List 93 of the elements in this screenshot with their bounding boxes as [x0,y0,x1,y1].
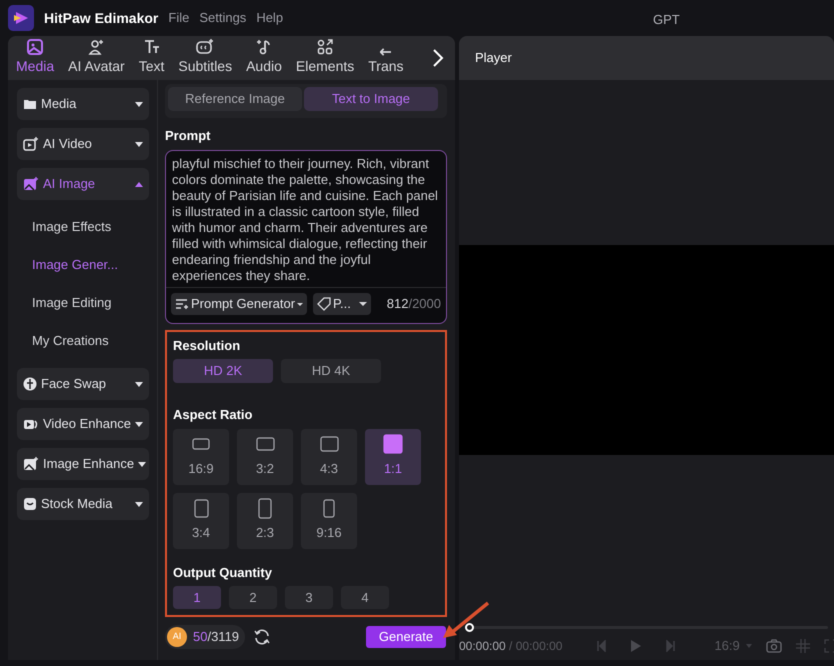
window-title: GPT [653,11,680,29]
sidebar-item[interactable]: AI Video [17,128,149,160]
rectangle-icon [320,436,338,452]
caret-icon [135,422,143,426]
mode-tab[interactable]: Text to Image [304,87,438,111]
sidebar-item[interactable]: Face Swap [17,368,149,400]
sidebar-item[interactable]: Media [17,88,149,120]
sidebar-item[interactable]: Image Enhance [17,448,149,480]
menu-item[interactable]: Help [256,8,284,28]
rectangle-icon [192,438,210,450]
aspect-option[interactable]: 2:3 [237,492,293,548]
credits-counter: AI 50/3119 [165,625,246,649]
menu-item[interactable]: File [168,8,190,28]
fullscreen-icon[interactable] [824,639,834,653]
aspect-option[interactable]: 1:1 [365,428,421,484]
music-note-icon [255,38,273,56]
video-enhance-icon [23,417,39,431]
aspect-option[interactable]: 3:2 [237,428,293,484]
caret-icon [135,382,143,386]
sidebar-item[interactable]: Video Enhance [17,408,149,440]
camera-icon[interactable] [766,639,782,653]
image-icon [26,38,44,56]
character-count: 812/2000 [386,295,441,314]
aspect-option[interactable]: 16:9 [173,428,229,484]
panel-title: Player [475,49,512,68]
aspect-option[interactable]: 4:3 [301,428,357,484]
arrow-icon [380,48,392,56]
prompt-field[interactable]: playful mischief to their journey. Rich, vibrant colors dominate the palette, showcasing the beauty of Parisian life and cuisine. Each panel is illustrated in a classic cartoon style, filled with humor and charm. Their adventures are filled with whimsical dialogue, reflecting their endearing friendship and the joyful experiences they share. Prompt Generator P... 812/2000 [165,150,447,324]
section-label: Prompt [165,127,212,145]
menu-item[interactable]: Settings [199,8,246,28]
quantity-option[interactable]: 2 [229,586,277,609]
aspect-option[interactable]: 3:4 [173,492,229,548]
caret-icon [297,302,304,306]
caret-icon [358,302,367,306]
toolbar-tab[interactable]: Text [138,38,164,80]
video-plus-icon [23,137,39,151]
stock-media-icon [23,497,37,511]
caret-icon [746,644,752,648]
tag-icon [317,297,332,311]
aspect-option[interactable]: 9:16 [301,492,357,548]
quantity-option[interactable]: 3 [285,586,333,609]
shapes-icon [316,38,334,56]
sidebar-item[interactable]: AI Image [17,168,149,200]
folder-icon [23,97,37,111]
section-label: Aspect Ratio [173,406,254,424]
sidebar-subitem[interactable]: My Creations [17,322,149,360]
caret-icon [135,502,143,506]
person-plus-icon [87,38,106,56]
toolbar-tab[interactable]: Subtitles [178,38,232,80]
style-dropdown[interactable]: P... [313,293,371,315]
ai-badge: AI [167,627,187,647]
toolbar-tab[interactable]: Trans [368,48,404,80]
sidebar-item[interactable]: Stock Media [17,488,149,520]
resolution-option[interactable]: HD 4K [281,359,381,383]
caption-icon [195,38,216,56]
quantity-option[interactable]: 1 [173,586,221,609]
square-icon [383,434,403,454]
rectangle-icon [258,498,272,519]
section-label: Output Quantity [173,564,273,582]
mode-tab[interactable]: Reference Image [168,87,302,111]
play-icon[interactable] [630,639,642,653]
quantity-option[interactable]: 4 [341,586,389,609]
rectangle-icon [323,498,335,518]
resolution-option[interactable]: HD 2K [173,359,273,383]
previous-frame-icon[interactable] [596,640,606,652]
time-display: 00:00:00 / 00:00:00 [459,638,562,655]
app-name: HitPaw Edimakor [44,8,158,28]
text-icon [142,38,161,56]
grid-icon[interactable] [796,639,810,653]
toolbar-tab[interactable]: Media [16,38,54,80]
rectangle-icon [256,437,274,452]
toolbar-tab[interactable]: AI Avatar [68,38,125,80]
toolbar-tab[interactable]: Audio [246,38,282,80]
refresh-icon[interactable] [253,628,272,646]
caret-icon [135,142,143,146]
caret-icon [135,182,143,186]
list-plus-icon [175,298,189,310]
annotation-arrow [443,602,490,638]
section-label: Resolution [173,336,242,354]
sidebar-subitem[interactable]: Image Editing [17,284,149,322]
caret-icon [135,102,143,106]
image-plus-icon [23,457,39,471]
prompt-generator-button[interactable]: Prompt Generator [171,293,308,315]
toolbar-tab[interactable]: Elements [296,38,354,80]
image-plus-icon [23,177,39,191]
sidebar-subitem[interactable]: Image Gener... [17,246,149,284]
slider-thumb[interactable] [465,622,474,632]
caret-icon [138,462,146,466]
generate-button[interactable]: Generate [366,626,446,648]
app-logo-icon [8,5,34,31]
next-frame-icon[interactable] [666,640,676,652]
rectangle-icon [194,498,208,518]
sidebar-subitem[interactable]: Image Effects [17,208,149,246]
